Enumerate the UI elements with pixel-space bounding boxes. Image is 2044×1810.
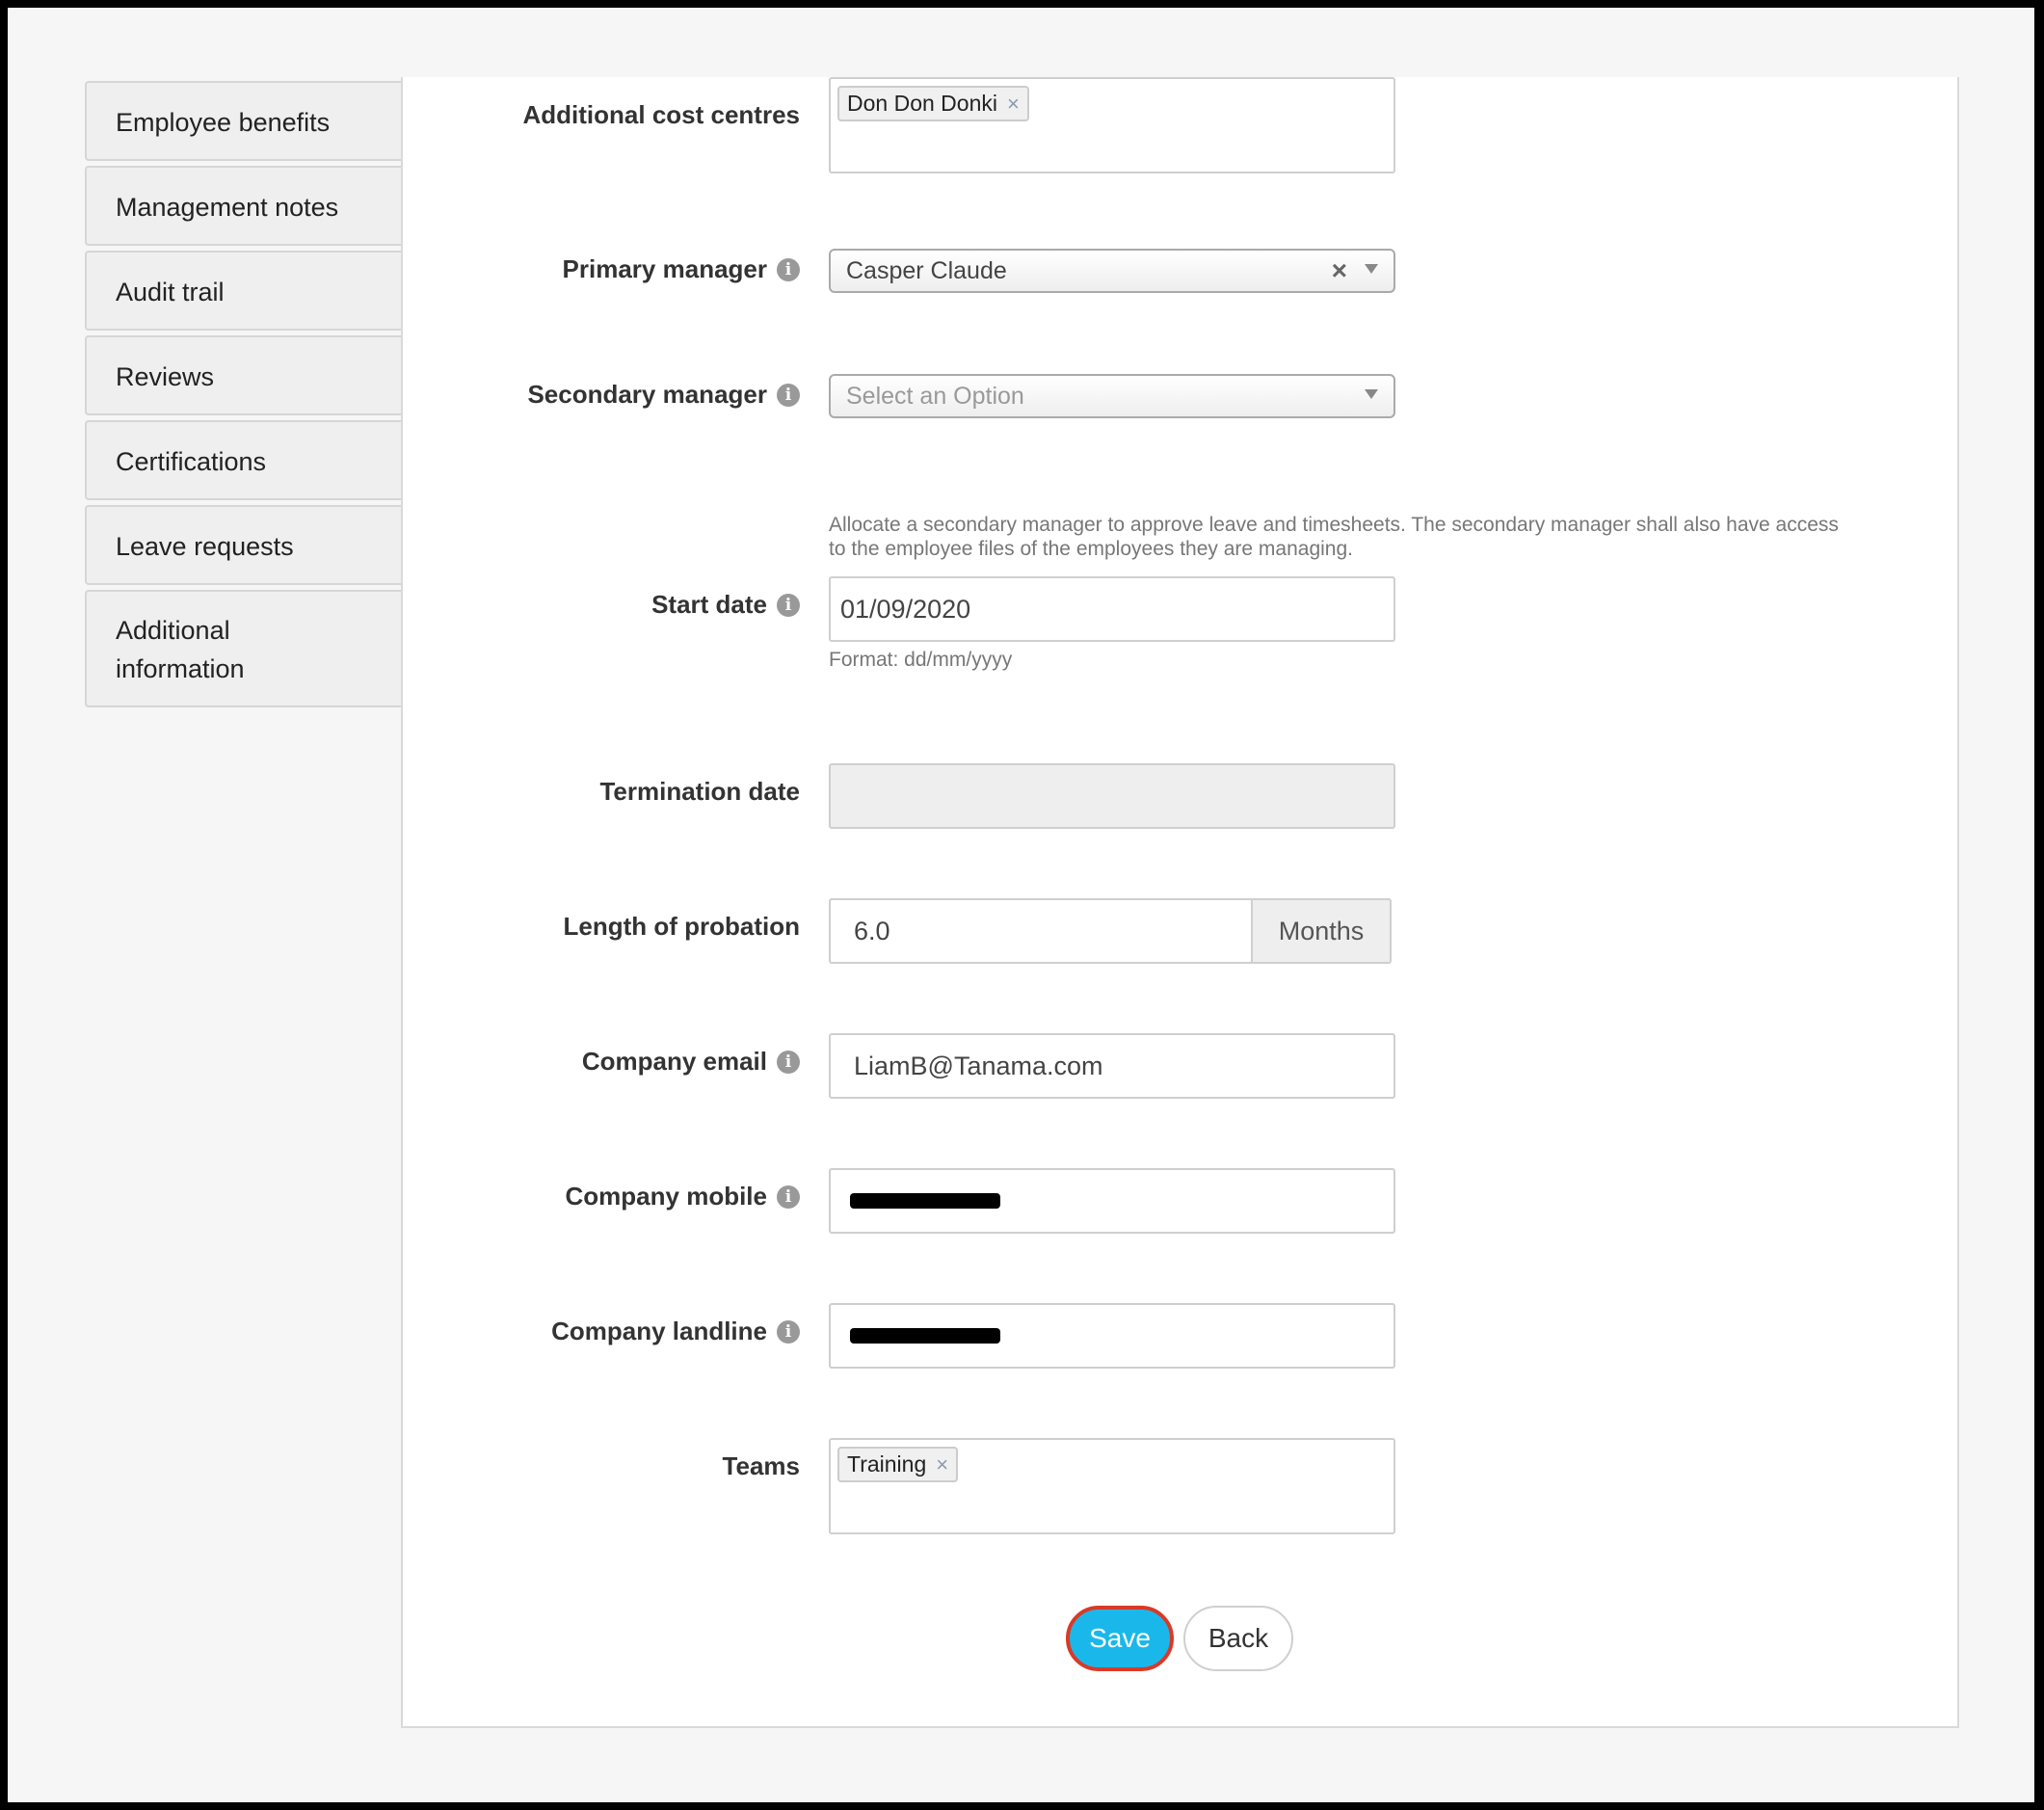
sidebar-item-audit-trail[interactable]: Audit trail [85,251,403,331]
chevron-down-icon [1365,264,1378,274]
primary-manager-select[interactable]: Casper Claude × [829,249,1395,293]
team-tag: Training × [837,1447,959,1482]
info-icon[interactable]: i [777,383,800,407]
company-landline-input[interactable] [829,1303,1395,1369]
sidebar-item-leave-requests[interactable]: Leave requests [85,505,403,585]
cost-centre-tag: Don Don Donki × [837,86,1029,121]
company-mobile-label: Company mobile i [566,1182,800,1211]
cost-centres-multiselect[interactable]: Don Don Donki × [829,77,1395,173]
back-button[interactable]: Back [1183,1606,1293,1671]
redaction-bar [850,1328,1000,1344]
app-window: Employee benefits Management notes Audit… [8,8,2034,1802]
company-mobile-input[interactable] [829,1168,1395,1234]
info-icon[interactable]: i [777,1184,800,1209]
secondary-manager-help: Allocate a secondary manager to approve … [829,514,1839,560]
info-icon[interactable]: i [777,1319,800,1344]
info-icon[interactable]: i [777,257,800,281]
start-date-input[interactable]: 01/09/2020 [829,576,1395,642]
employee-form-panel: Additional cost centres Don Don Donki × … [401,77,1959,1728]
save-button[interactable]: Save [1066,1606,1174,1671]
company-email-input[interactable]: LiamB@Tanama.com [829,1033,1395,1099]
company-landline-label: Company landline i [551,1317,800,1346]
termination-date-label: Termination date [599,777,800,806]
chevron-down-icon [1365,389,1378,399]
probation-unit: Months [1251,898,1392,964]
sidebar-item-certifications[interactable]: Certifications [85,420,403,500]
start-date-label: Start date i [651,590,800,620]
sidebar-item-employee-benefits[interactable]: Employee benefits [85,81,403,161]
info-icon[interactable]: i [777,593,800,617]
sidebar-item-additional-information[interactable]: Additional information [85,590,403,707]
probation-input[interactable]: 6.0 [829,898,1253,964]
remove-tag-icon[interactable]: × [936,1452,948,1477]
secondary-manager-label: Secondary manager i [527,380,800,410]
start-date-format-hint: Format: dd/mm/yyyy [829,649,1013,671]
remove-tag-icon[interactable]: × [1007,92,1020,117]
info-icon[interactable]: i [777,1050,800,1074]
sidebar-item-reviews[interactable]: Reviews [85,335,403,415]
redaction-bar [850,1193,1000,1209]
clear-selection-icon[interactable]: × [1332,251,1347,291]
primary-manager-label: Primary manager i [563,254,800,284]
sidebar-item-management-notes[interactable]: Management notes [85,166,403,246]
cost-centres-label: Additional cost centres [522,100,801,129]
teams-multiselect[interactable]: Training × [829,1438,1395,1534]
sidebar-nav: Employee benefits Management notes Audit… [85,81,403,712]
probation-label: Length of probation [563,912,800,941]
secondary-manager-select[interactable]: Select an Option [829,374,1395,418]
termination-date-input [829,763,1395,829]
company-email-label: Company email i [582,1047,800,1077]
teams-label: Teams [722,1451,800,1480]
